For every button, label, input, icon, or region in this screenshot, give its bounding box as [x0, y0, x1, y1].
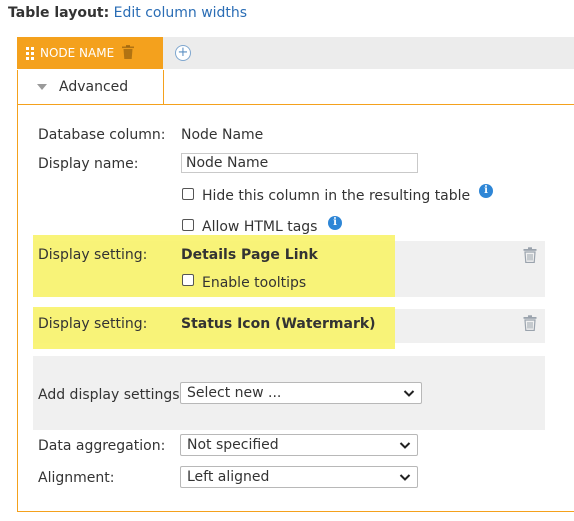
table-layout-label: Table layout: — [8, 5, 110, 21]
trash-icon[interactable] — [122, 44, 135, 62]
info-icon[interactable]: i — [479, 184, 493, 198]
display-name-input[interactable] — [181, 153, 418, 173]
add-column-button[interactable]: + — [170, 37, 196, 69]
tab-advanced[interactable]: Advanced — [17, 70, 164, 105]
column-tab-node-name[interactable]: NODE NAME — [17, 37, 163, 69]
add-display-settings-label: Add display settings: — [38, 387, 185, 403]
info-icon[interactable]: i — [328, 216, 342, 230]
display-setting-value: Status Icon (Watermark) — [181, 316, 376, 332]
edit-column-widths-link[interactable]: Edit column widths — [114, 5, 247, 21]
add-display-settings-select[interactable]: Select new ... — [180, 382, 422, 404]
tab-advanced-label: Advanced — [59, 79, 129, 95]
alignment-value: Left aligned — [187, 469, 270, 485]
alignment-label: Alignment: — [38, 470, 115, 486]
allow-html-label: Allow HTML tags — [202, 219, 318, 235]
enable-tooltips-checkbox[interactable] — [182, 274, 194, 286]
trash-icon[interactable] — [523, 247, 537, 267]
trash-icon[interactable] — [523, 315, 537, 335]
column-tab-label: NODE NAME — [40, 46, 115, 60]
alignment-select[interactable]: Left aligned — [180, 466, 418, 488]
allow-html-checkbox[interactable] — [182, 219, 194, 231]
hide-column-checkbox[interactable] — [182, 188, 194, 200]
chevron-down-icon — [403, 386, 415, 404]
database-column-label: Database column: — [38, 127, 166, 143]
hide-column-label: Hide this column in the resulting table — [202, 188, 471, 204]
display-setting-label: Display setting: — [38, 316, 148, 332]
data-aggregation-value: Not specified — [187, 437, 279, 453]
add-display-settings-value: Select new ... — [187, 385, 282, 401]
enable-tooltips-label: Enable tooltips — [202, 275, 307, 291]
display-name-label: Display name: — [38, 156, 139, 172]
display-setting-value: Details Page Link — [181, 247, 318, 263]
chevron-down-icon — [399, 470, 411, 488]
triangle-down-icon — [37, 84, 47, 90]
data-aggregation-select[interactable]: Not specified — [180, 434, 418, 456]
page-title: Table layout: Edit column widths — [8, 5, 247, 21]
display-setting-label: Display setting: — [38, 247, 148, 263]
drag-handle-icon[interactable] — [26, 46, 36, 60]
data-aggregation-label: Data aggregation: — [38, 438, 166, 454]
chevron-down-icon — [399, 438, 411, 456]
plus-circle-icon: + — [175, 45, 191, 61]
database-column-value: Node Name — [181, 127, 264, 143]
